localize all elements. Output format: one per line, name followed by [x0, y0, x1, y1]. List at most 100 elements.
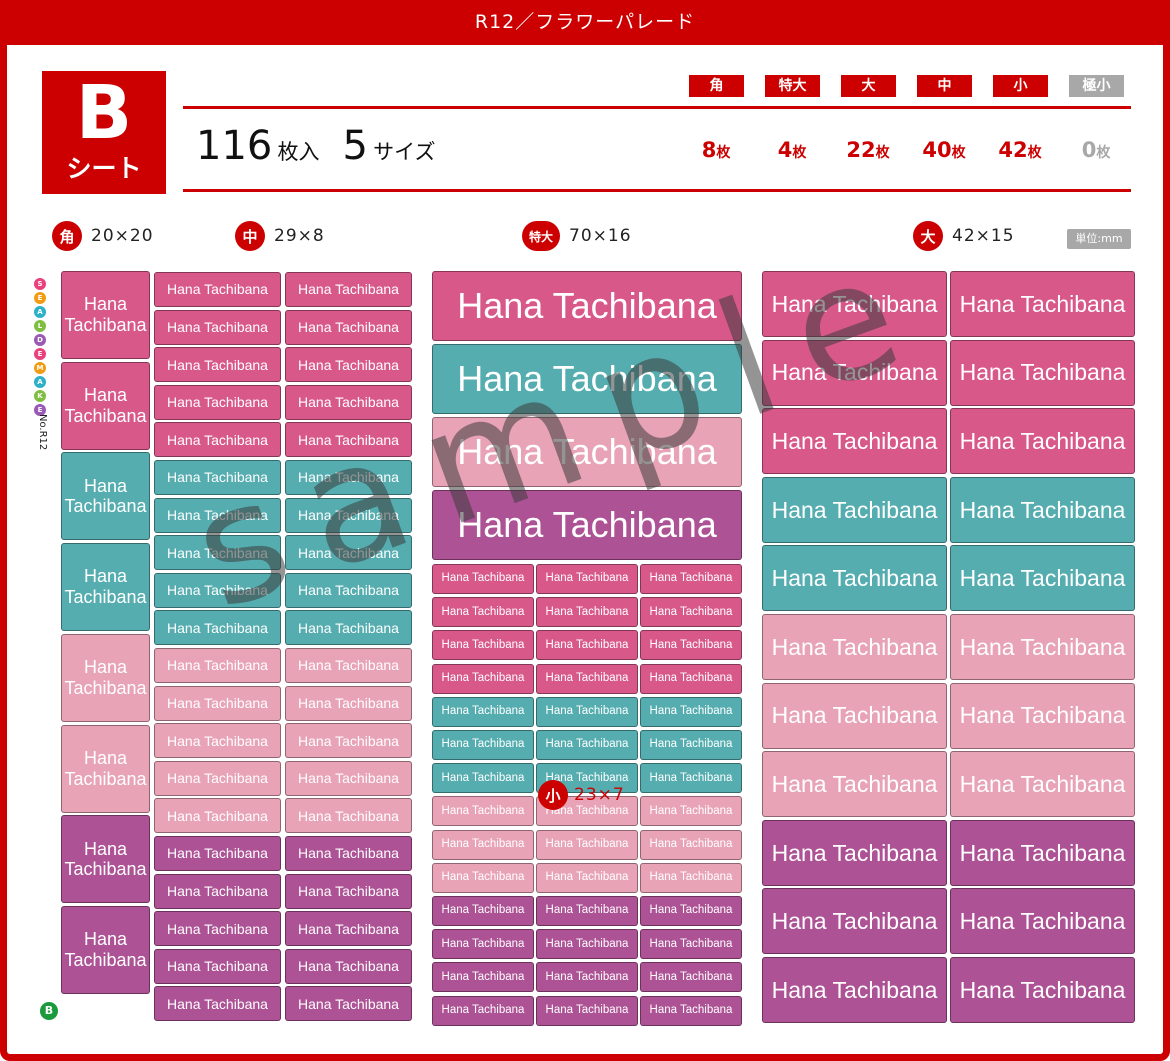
label-naka: Hana Tachibana	[154, 422, 281, 458]
label-sho: Hana Tachibana	[432, 896, 534, 926]
label-naka: Hana Tachibana	[154, 347, 281, 383]
label-naka: Hana Tachibana	[154, 272, 281, 307]
label-sho: Hana Tachibana	[536, 630, 638, 661]
dimension-sho: 小 23×7	[538, 780, 625, 810]
label-dai: Hana Tachibana	[762, 682, 947, 749]
label-naka: Hana Tachibana	[154, 873, 281, 909]
label-sho: Hana Tachibana	[640, 630, 742, 661]
label-naka: Hana Tachibana	[285, 272, 412, 307]
label-naka: Hana Tachibana	[285, 948, 412, 984]
label-sho: Hana Tachibana	[536, 663, 638, 694]
label-dai: Hana Tachibana	[762, 819, 947, 886]
label-sho: Hana Tachibana	[432, 829, 534, 860]
label-sho: Hana Tachibana	[432, 696, 534, 727]
dimension-size-sho: 23×7	[574, 785, 625, 805]
label-tokudai: Hana Tachibana	[432, 490, 742, 560]
label-naka: Hana Tachibana	[154, 723, 281, 759]
label-sho: Hana Tachibana	[640, 995, 742, 1026]
label-naka: Hana Tachibana	[285, 572, 412, 608]
label-naka: Hana Tachibana	[285, 760, 412, 796]
label-naka: Hana Tachibana	[285, 422, 412, 458]
label-sho: Hana Tachibana	[536, 829, 638, 860]
label-sho: Hana Tachibana	[640, 564, 742, 594]
label-sho: Hana Tachibana	[640, 696, 742, 727]
label-tokudai: Hana Tachibana	[432, 417, 742, 487]
label-sho: Hana Tachibana	[432, 663, 534, 694]
label-tokudai: Hana Tachibana	[432, 271, 742, 341]
label-sho: Hana Tachibana	[640, 962, 742, 993]
label-dai: Hana Tachibana	[762, 271, 947, 337]
label-sho: Hana Tachibana	[432, 929, 534, 960]
label-dai: Hana Tachibana	[762, 476, 947, 543]
label-naka: Hana Tachibana	[154, 610, 281, 646]
label-sho: Hana Tachibana	[432, 730, 534, 760]
label-sho: Hana Tachibana	[536, 564, 638, 594]
label-kaku: Hana Tachibana	[61, 815, 150, 904]
label-sho: Hana Tachibana	[432, 630, 534, 661]
label-sho: Hana Tachibana	[536, 862, 638, 893]
label-naka: Hana Tachibana	[154, 911, 281, 947]
label-sho: Hana Tachibana	[536, 597, 638, 628]
label-naka: Hana Tachibana	[285, 836, 412, 871]
label-sho: Hana Tachibana	[536, 730, 638, 760]
label-sho: Hana Tachibana	[432, 862, 534, 893]
label-naka: Hana Tachibana	[154, 986, 281, 1022]
label-kaku: Hana Tachibana	[61, 724, 150, 813]
label-dai: Hana Tachibana	[762, 888, 947, 955]
label-dai: Hana Tachibana	[950, 545, 1135, 612]
label-dai: Hana Tachibana	[950, 751, 1135, 818]
label-dai: Hana Tachibana	[762, 614, 947, 680]
label-sho: Hana Tachibana	[640, 896, 742, 926]
label-sho: Hana Tachibana	[536, 696, 638, 727]
label-sho: Hana Tachibana	[640, 597, 742, 628]
label-naka: Hana Tachibana	[154, 460, 281, 495]
label-tokudai: Hana Tachibana	[432, 344, 742, 414]
label-sho: Hana Tachibana	[536, 962, 638, 993]
label-naka: Hana Tachibana	[154, 497, 281, 533]
label-sho: Hana Tachibana	[432, 962, 534, 993]
label-naka: Hana Tachibana	[285, 911, 412, 947]
label-kaku: Hana Tachibana	[61, 633, 150, 722]
label-naka: Hana Tachibana	[285, 685, 412, 721]
label-kaku: Hana Tachibana	[61, 452, 150, 541]
label-dai: Hana Tachibana	[762, 339, 947, 406]
label-naka: Hana Tachibana	[154, 384, 281, 420]
label-dai: Hana Tachibana	[762, 957, 947, 1023]
label-sho: Hana Tachibana	[432, 796, 534, 827]
label-naka: Hana Tachibana	[285, 497, 412, 533]
label-sho: Hana Tachibana	[640, 730, 742, 760]
label-kaku: Hana Tachibana	[61, 543, 150, 632]
label-naka: Hana Tachibana	[285, 384, 412, 420]
label-sho: Hana Tachibana	[432, 763, 534, 794]
label-naka: Hana Tachibana	[154, 948, 281, 984]
label-sho: Hana Tachibana	[536, 995, 638, 1026]
label-sho: Hana Tachibana	[640, 763, 742, 794]
label-naka: Hana Tachibana	[154, 572, 281, 608]
label-dai: Hana Tachibana	[950, 339, 1135, 406]
label-naka: Hana Tachibana	[285, 798, 412, 834]
label-sho: Hana Tachibana	[432, 564, 534, 594]
label-kaku: Hana Tachibana	[61, 361, 150, 450]
label-naka: Hana Tachibana	[154, 648, 281, 683]
label-naka: Hana Tachibana	[285, 460, 412, 495]
label-dai: Hana Tachibana	[950, 614, 1135, 680]
label-naka: Hana Tachibana	[285, 347, 412, 383]
label-naka: Hana Tachibana	[285, 309, 412, 345]
label-dai: Hana Tachibana	[950, 819, 1135, 886]
label-sho: Hana Tachibana	[640, 929, 742, 960]
label-sho: Hana Tachibana	[536, 896, 638, 926]
label-kaku: Hana Tachibana	[61, 271, 150, 359]
label-naka: Hana Tachibana	[285, 723, 412, 759]
label-naka: Hana Tachibana	[285, 535, 412, 571]
label-naka: Hana Tachibana	[154, 798, 281, 834]
label-naka: Hana Tachibana	[154, 685, 281, 721]
label-dai: Hana Tachibana	[950, 271, 1135, 337]
label-naka: Hana Tachibana	[285, 610, 412, 646]
label-naka: Hana Tachibana	[154, 535, 281, 571]
label-naka: Hana Tachibana	[154, 760, 281, 796]
label-naka: Hana Tachibana	[154, 309, 281, 345]
label-sheet: Hana Tachibana Hana Tachibana Hana Tachibana H…	[0, 0, 1170, 1061]
label-sho: Hana Tachibana	[536, 929, 638, 960]
label-sho: Hana Tachibana	[640, 796, 742, 827]
label-sho: Hana Tachibana	[640, 663, 742, 694]
